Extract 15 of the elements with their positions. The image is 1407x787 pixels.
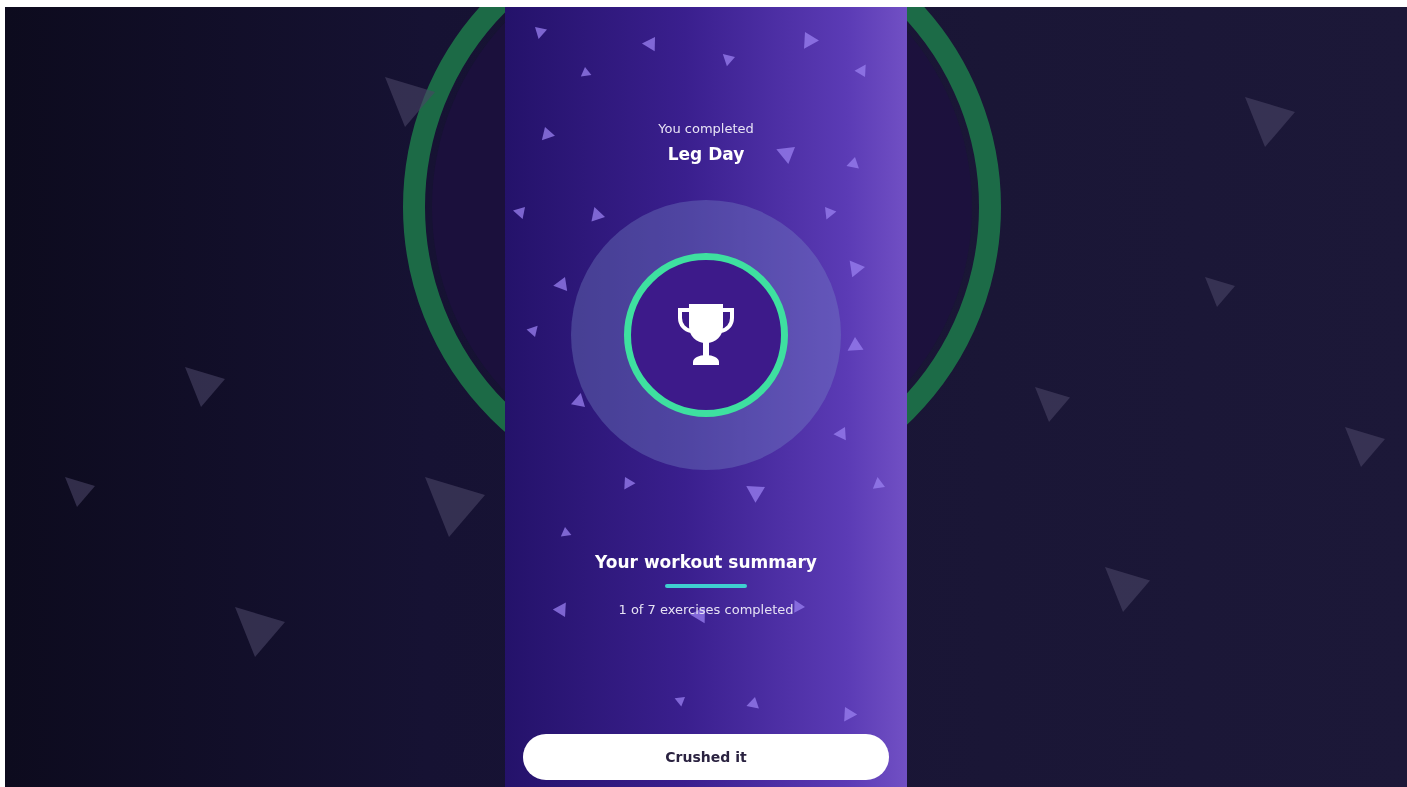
blurred-triangle	[1035, 387, 1070, 422]
exercises-count: 1 of 7 exercises completed	[618, 602, 794, 617]
crushed-it-button[interactable]: Crushed it	[523, 734, 889, 780]
blurred-triangle	[1345, 427, 1385, 467]
blurred-triangle	[425, 477, 485, 537]
workout-title: Leg Day	[667, 144, 745, 164]
blurred-triangle	[235, 607, 285, 657]
blurred-triangle	[1245, 97, 1295, 147]
blurred-triangle	[185, 367, 225, 407]
blurred-triangle	[1205, 277, 1235, 307]
blurred-triangle	[65, 477, 95, 507]
completed-label: You completed	[658, 121, 754, 136]
blurred-triangle	[1105, 567, 1150, 612]
blurred-triangle	[385, 77, 435, 127]
summary-title: Your workout summary	[595, 552, 817, 572]
